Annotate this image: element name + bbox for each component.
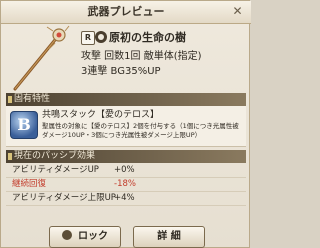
lock-button[interactable]: ロック xyxy=(49,226,121,248)
weapon-preview-panel: 武器プレビュー ✕ R 原初の生命の樹 攻撃 回数1回 敵単体(指定) 3連撃 … xyxy=(0,0,251,248)
title-bar: 武器プレビュー ✕ xyxy=(1,1,251,24)
weapon-stats-line: 3連撃 BG35%UP xyxy=(81,66,161,77)
passive-label: 継続回復 xyxy=(12,179,47,189)
passive-row: 継続回復 -18% xyxy=(6,178,246,192)
dark-element-icon xyxy=(95,31,107,43)
passive-row: アビリティダメージUP +0% xyxy=(6,164,246,178)
trait-box: B 共鳴スタック【愛のテロス】 聖属性の対象に【愛のテロス】2個を付与する（1個… xyxy=(6,106,246,147)
passive-row: アビリティダメージ上限UP +4% xyxy=(6,192,246,206)
trait-name: 共鳴スタック【愛のテロス】 xyxy=(42,110,160,120)
detail-button-label: 詳 細 xyxy=(157,231,181,242)
section-title: 固有特性 xyxy=(14,94,51,104)
detail-button[interactable]: 詳 細 xyxy=(133,226,205,248)
passive-section-header: 現在のパッシブ効果 xyxy=(6,150,246,163)
section-title: 現在のパッシブ効果 xyxy=(14,151,96,161)
trait-b-icon: B xyxy=(10,111,38,139)
weapon-staff-image xyxy=(13,25,70,91)
trait-description: 聖属性の対象に【愛のテロス】2個を付与する（1個につき光属性被ダメージ10UP・… xyxy=(42,122,239,139)
passive-list: アビリティダメージUP +0% 継続回復 -18% アビリティダメージ上限UP … xyxy=(6,164,246,206)
rarity-icon: R xyxy=(81,31,95,45)
page-title: 武器プレビュー xyxy=(87,5,165,18)
passive-label: アビリティダメージ上限UP xyxy=(12,193,116,203)
weapon-name: 原初の生命の樹 xyxy=(109,31,186,44)
weapon-stats-line: 攻撃 回数1回 敵単体(指定) xyxy=(81,51,202,62)
section-marker-icon xyxy=(8,96,12,103)
passive-value: -18% xyxy=(114,179,136,189)
passive-value: +0% xyxy=(114,165,135,175)
passive-value: +4% xyxy=(114,193,135,203)
lock-icon xyxy=(62,230,72,240)
section-marker-icon xyxy=(8,153,12,160)
trait-section-header: 固有特性 xyxy=(6,93,246,106)
passive-label: アビリティダメージUP xyxy=(12,165,99,175)
lock-button-label: ロック xyxy=(78,231,108,242)
close-icon[interactable]: ✕ xyxy=(231,5,244,18)
